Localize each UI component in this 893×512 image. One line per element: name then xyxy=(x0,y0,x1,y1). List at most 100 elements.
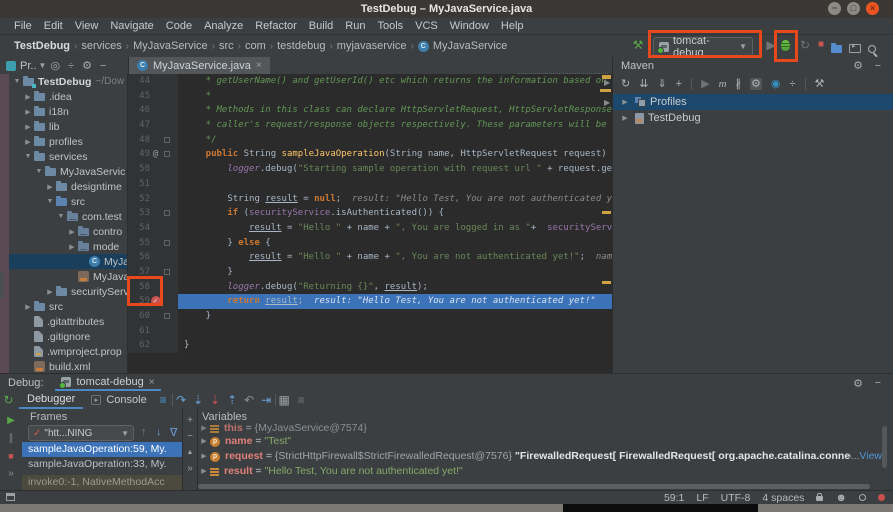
breadcrumb-item[interactable]: testdebug xyxy=(277,40,325,52)
indent-setting[interactable]: 4 spaces xyxy=(762,492,804,504)
tree-item--idea[interactable]: ▶.idea xyxy=(9,89,127,104)
maven-skip-tests-icon[interactable]: ∦ xyxy=(736,78,742,90)
project-panel-title[interactable]: Pr.. xyxy=(20,60,37,72)
fold-icon[interactable] xyxy=(164,210,170,216)
code-line-59[interactable]: 59✓ return result; result: "Hello Test, … xyxy=(128,294,612,309)
locate-icon[interactable]: ◎ xyxy=(50,59,60,72)
maven-wrench-icon[interactable]: ⚒ xyxy=(815,78,825,90)
debug-session-tab[interactable]: tomcat-debug × xyxy=(55,375,160,391)
tree-arrow-icon[interactable]: ▶ xyxy=(22,108,34,116)
code-line-57[interactable]: 57 } xyxy=(128,265,612,280)
tab-console[interactable]: ▸ Console xyxy=(83,391,154,409)
remove-watch-icon[interactable]: − xyxy=(187,432,193,442)
gear-icon[interactable]: ⚙ xyxy=(853,377,863,390)
code-line-48[interactable]: 48 */ xyxy=(128,133,612,148)
pause-icon[interactable]: ∥ xyxy=(9,433,14,444)
frame-row[interactable]: sampleJavaOperation:59, My. xyxy=(22,442,182,457)
tree-item-myjavas[interactable]: MyJavaS xyxy=(9,269,127,284)
tree-arrow-icon[interactable]: ▶ xyxy=(198,423,210,434)
preview-icon[interactable] xyxy=(849,40,861,58)
gutter[interactable]: 50 xyxy=(128,162,178,177)
gutter[interactable]: 54 xyxy=(128,221,178,236)
tree-arrow-icon[interactable]: ▶ xyxy=(619,114,631,122)
breakpoint-icon[interactable]: ✓ xyxy=(151,296,161,306)
lock-icon[interactable] xyxy=(816,492,823,504)
menu-build[interactable]: Build xyxy=(303,20,339,32)
maven-run-icon[interactable]: ▶ xyxy=(701,78,709,90)
tree-arrow-icon[interactable]: ▶ xyxy=(66,228,78,236)
gutter[interactable]: 58 xyxy=(128,280,178,295)
step-over-icon[interactable]: ↷ xyxy=(173,393,190,407)
tree-arrow-icon[interactable]: ▶ xyxy=(619,98,631,106)
gutter[interactable]: 44 xyxy=(128,74,178,89)
code-line-50[interactable]: 50 logger.debug("Starting sample operati… xyxy=(128,162,612,177)
code-line-45[interactable]: 45 * xyxy=(128,89,612,104)
drop-frame-icon[interactable]: ↶ xyxy=(241,393,258,407)
menu-vcs[interactable]: VCS xyxy=(409,20,444,32)
tree-arrow-icon[interactable]: ▼ xyxy=(55,213,67,220)
tree-item-src[interactable]: ▶src xyxy=(9,299,127,314)
tree-arrow-icon[interactable]: ▼ xyxy=(22,153,34,160)
tree-item-myjav[interactable]: MyJav xyxy=(9,254,127,269)
gutter[interactable]: 57 xyxy=(128,265,178,280)
menu-analyze[interactable]: Analyze xyxy=(198,20,249,32)
filter-icon[interactable]: ∇ xyxy=(170,426,177,439)
maven-add-icon[interactable]: + xyxy=(676,78,682,90)
close-tab-icon[interactable]: × xyxy=(256,60,262,71)
tree-arrow-icon[interactable]: ▶ xyxy=(22,93,34,101)
menu-window[interactable]: Window xyxy=(444,20,495,32)
tree-item-securityservic[interactable]: ▶securityServic xyxy=(9,284,127,299)
tree-item-src[interactable]: ▼src xyxy=(9,194,127,209)
close-button[interactable]: × xyxy=(866,2,879,15)
variable-row[interactable]: ▶pname = "Test" xyxy=(198,434,882,449)
tree-arrow-icon[interactable]: ▼ xyxy=(33,168,45,175)
gutter[interactable]: 62 xyxy=(128,338,178,353)
step-out-icon[interactable]: ⇡ xyxy=(224,393,241,407)
more-icon[interactable]: » xyxy=(8,468,14,479)
gutter[interactable]: 61 xyxy=(128,324,178,339)
gutter[interactable]: 51 xyxy=(128,177,178,192)
hector-icon[interactable]: ☻ xyxy=(835,493,847,503)
menu-navigate[interactable]: Navigate xyxy=(104,20,159,32)
hide-panel-icon[interactable]: − xyxy=(875,60,881,72)
layout-menu-icon[interactable]: ≡ xyxy=(155,393,172,407)
notification-dot-icon[interactable] xyxy=(878,494,885,501)
code-line-62[interactable]: 62} xyxy=(128,338,612,353)
fold-icon[interactable] xyxy=(164,151,170,157)
tree-item-build-xml[interactable]: build.xml xyxy=(9,359,127,373)
tree-arrow-icon[interactable]: ▶ xyxy=(198,449,210,464)
run-to-cursor-icon[interactable]: ⇥ xyxy=(258,393,275,407)
code-line-47[interactable]: 47 * caller's request/response objects r… xyxy=(128,118,612,133)
tree-arrow-icon[interactable]: ▶ xyxy=(22,123,34,131)
coverage-button[interactable]: ↻ xyxy=(797,38,813,52)
code-line-53[interactable]: 53 if (securityService.isAuthenticated()… xyxy=(128,206,612,221)
gutter[interactable]: 60 xyxy=(128,309,178,324)
debug-button[interactable] xyxy=(781,38,790,56)
add-watch-icon[interactable]: + xyxy=(187,416,193,426)
frame-row[interactable]: invoke0:-1, NativeMethodAcc xyxy=(22,475,182,490)
tree-item-i18n[interactable]: ▶i18n xyxy=(9,104,127,119)
frame-up-icon[interactable]: ↑ xyxy=(141,426,147,438)
menu-file[interactable]: File xyxy=(8,20,38,32)
frame-down-icon[interactable]: ↓ xyxy=(156,426,162,438)
chevrons-icon[interactable]: » xyxy=(187,464,193,474)
tree-item-lib[interactable]: ▶lib xyxy=(9,119,127,134)
fold-icon[interactable] xyxy=(164,269,170,275)
build-icon[interactable]: ⚒ xyxy=(630,38,646,52)
gutter[interactable]: 45 xyxy=(128,89,178,104)
force-step-into-icon[interactable]: ⇣ xyxy=(207,393,224,407)
tree-item-services[interactable]: ▼services xyxy=(9,149,127,164)
code-line-46[interactable]: 46 * Methods in this class can declare H… xyxy=(128,103,612,118)
tree-arrow-icon[interactable]: ▶ xyxy=(198,464,210,479)
tree-item-mode[interactable]: ▶mode xyxy=(9,239,127,254)
menu-help[interactable]: Help xyxy=(495,20,530,32)
breadcrumb-item[interactable]: src xyxy=(219,40,234,52)
step-into-icon[interactable]: ⇣ xyxy=(190,393,207,407)
mute-breakpoints-icon[interactable]: ≡ xyxy=(293,393,310,407)
move-up-icon[interactable]: ▲ xyxy=(187,448,194,458)
projects-icon[interactable] xyxy=(831,40,842,58)
tree-item-myjavaservic[interactable]: ▼MyJavaServic xyxy=(9,164,127,179)
tree-item--gitignore[interactable]: .gitignore xyxy=(9,329,127,344)
line-ending[interactable]: LF xyxy=(696,492,708,504)
tab-debugger[interactable]: Debugger xyxy=(19,391,83,409)
